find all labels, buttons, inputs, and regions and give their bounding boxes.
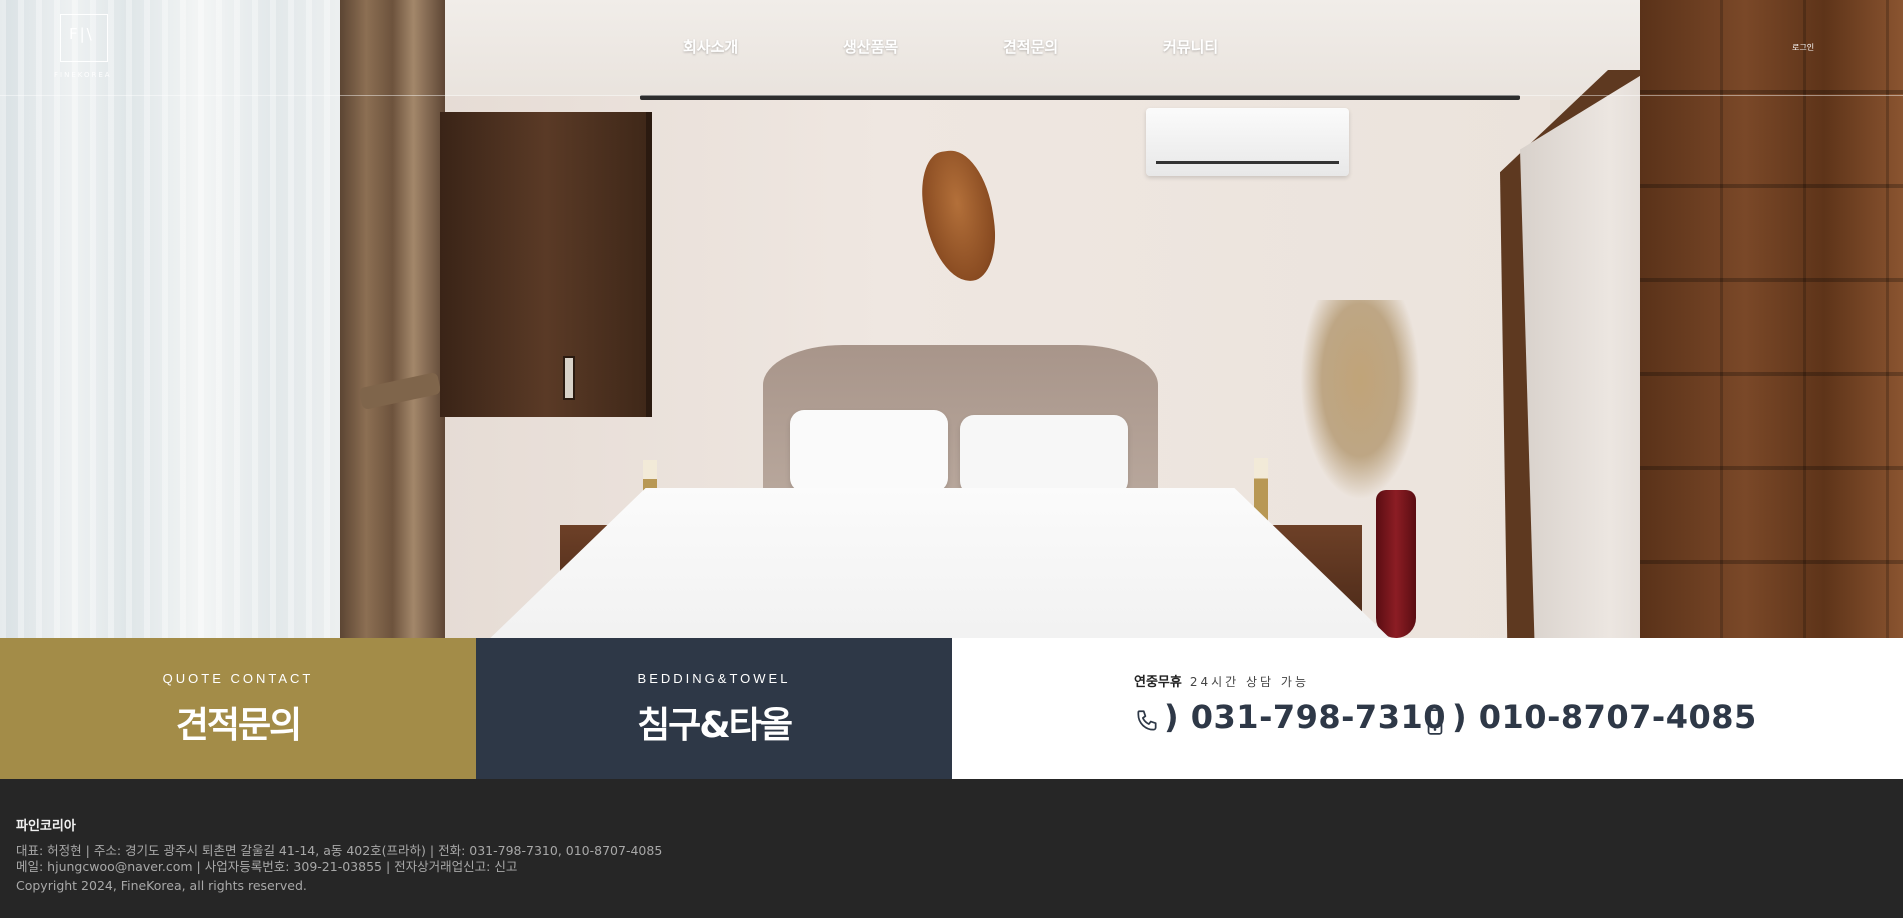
bedding-towel-card[interactable]: BEDDING&TOWEL 침구&타올 [476, 638, 952, 779]
nav-item-company[interactable]: 회사소개 [683, 36, 738, 57]
hero-pillow-right [960, 415, 1128, 495]
footer-company: 파인코리아 [16, 819, 76, 834]
nav-divider [0, 95, 1903, 96]
login-link[interactable]: 로그인 [1792, 42, 1814, 53]
mobile-number[interactable]: ) 010-8707-4085 [1452, 698, 1757, 736]
hero-pillow-left [790, 410, 948, 492]
logo-text: FINEKOREA [54, 71, 112, 79]
footer-info-line-2: 메일: hjungcwoo@naver.com | 사업자등록번호: 309-2… [16, 859, 518, 874]
nav-item-products[interactable]: 생산품목 [843, 36, 898, 57]
footer-copyright: Copyright 2024, FineKorea, all rights re… [16, 878, 307, 893]
contact-banner: QUOTE CONTACT 견적문의 BEDDING&TOWEL 침구&타올 연… [0, 638, 1903, 779]
hero-wall-cabinet [440, 112, 652, 417]
logo-mark: F|\ [69, 25, 94, 43]
nav-item-quote[interactable]: 견적문의 [1003, 36, 1058, 57]
bedding-eyebrow: BEDDING&TOWEL [637, 671, 791, 686]
site-footer: 파인코리아 대표: 허정현 | 주소: 경기도 광주시 퇴촌면 갈울길 41-1… [0, 779, 1903, 918]
contact-info: 연중무휴 24시간 상담 가능 ) 031-798-7310 ) 010-8707… [952, 638, 1903, 779]
hero-pampas [1300, 300, 1420, 500]
mobile-icon [1427, 709, 1443, 735]
nav-item-community[interactable]: 커뮤니티 [1163, 36, 1218, 57]
hours-text: 연중무휴 24시간 상담 가능 [1134, 671, 1309, 690]
hero-cabinet-handle [563, 356, 575, 400]
hero-image [0, 0, 1903, 638]
bedding-title: 침구&타올 [637, 705, 793, 746]
quote-contact-card[interactable]: QUOTE CONTACT 견적문의 [0, 638, 476, 779]
site-logo[interactable]: F|\ [60, 14, 108, 62]
phone-number[interactable]: ) 031-798-7310 [1164, 698, 1446, 736]
quote-title: 견적문의 [175, 705, 302, 746]
hours-label: 연중무휴 [1134, 675, 1182, 690]
hero-air-conditioner [1146, 108, 1349, 176]
hours-sub: 24시간 상담 가능 [1189, 675, 1309, 689]
hero-vase [1376, 490, 1416, 638]
quote-eyebrow: QUOTE CONTACT [162, 671, 314, 686]
phone-icon [1137, 710, 1157, 731]
